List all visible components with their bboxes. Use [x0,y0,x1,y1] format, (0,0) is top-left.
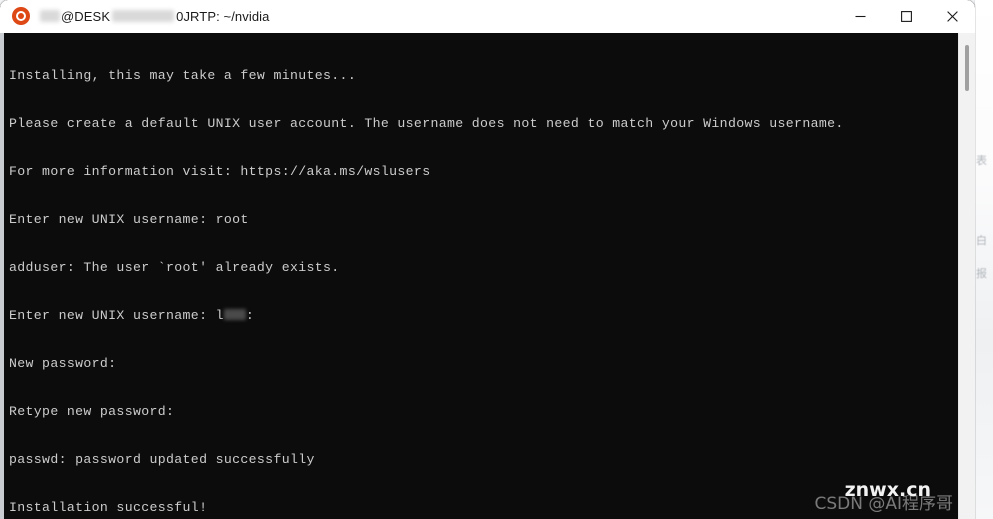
terminal-line: Enter new UNIX username: root [9,212,249,227]
redacted-hostname [112,10,175,22]
close-icon [946,10,958,22]
background-text-glyph: 白 [976,235,987,247]
terminal-line: For more information visit: https://aka.… [9,164,431,179]
terminal-line: adduser: The user `root' already exists. [9,260,340,275]
terminal-line: Please create a default UNIX user accoun… [9,116,844,131]
background-text-glyph: 报 [976,268,987,280]
background-document-window: 表 白 报 [974,0,993,519]
redacted-username [40,10,60,22]
terminal-line: passwd: password updated successfully [9,452,315,467]
window-title-middle: @DESK [61,8,111,24]
minimize-button[interactable] [837,0,883,32]
window-titlebar[interactable]: @DESK 0JRTP: ~/nvidia [0,0,975,33]
terminal-line-redacted-username: Enter new UNIX username: l: [9,308,975,324]
terminal-scrollbar[interactable] [958,33,975,519]
window-controls [837,0,975,32]
terminal-body[interactable]: Installing, this may take a few minutes.… [0,33,975,519]
redacted-username-value [223,309,246,320]
close-button[interactable] [929,0,975,32]
maximize-icon [900,10,912,22]
terminal-line-suffix: : [245,308,255,323]
window-title: @DESK 0JRTP: ~/nvidia [39,9,270,24]
terminal-line-prefix: Enter new UNIX username: l [9,308,224,323]
minimize-icon [855,15,865,17]
terminal-line: Retype new password: [9,404,175,419]
wsl-terminal-window: @DESK 0JRTP: ~/nvidia Installing, this m… [0,0,975,519]
background-text-glyph: 表 [976,155,987,167]
terminal-line: Installation successful! [9,500,208,515]
ubuntu-logo-icon [12,7,30,25]
window-title-suffix: 0JRTP: ~/nvidia [176,8,270,24]
terminal-output: Installing, this may take a few minutes.… [4,33,975,519]
titlebar-left: @DESK 0JRTP: ~/nvidia [0,0,837,32]
maximize-button[interactable] [883,0,929,32]
terminal-line: New password: [9,356,117,371]
terminal-line: Installing, this may take a few minutes.… [9,68,357,83]
terminal-scrollbar-thumb[interactable] [965,45,969,91]
